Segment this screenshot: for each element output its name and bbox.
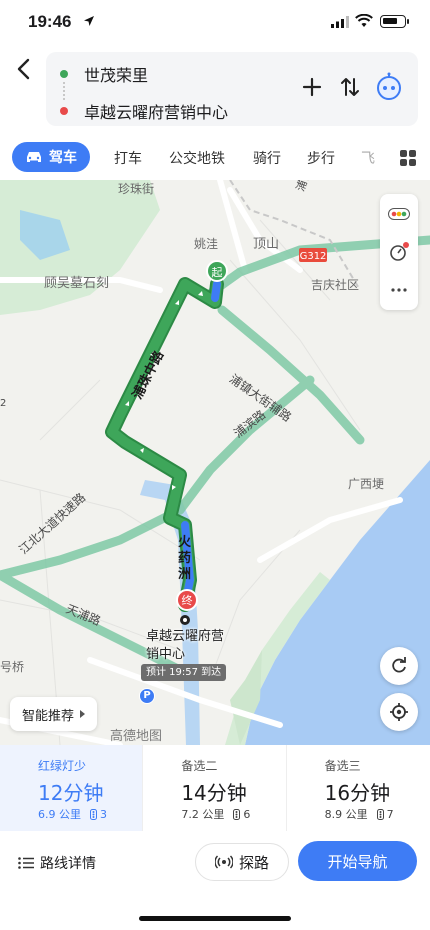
route-option-duration: 16分钟 [324,781,391,805]
car-icon [27,152,41,162]
locate-button[interactable] [380,693,418,731]
locate-icon [390,703,408,721]
traffic-light-icon [233,808,241,820]
speedometer-icon [390,242,409,261]
route-option-tag: 备选二 [181,759,218,773]
more-map-options[interactable] [380,272,418,308]
end-pin[interactable]: 终 [176,589,198,611]
cellular-signal-icon [331,16,349,28]
destination-field[interactable]: 卓越云曜府营销中心 [60,99,228,123]
destination-label: 卓越云曜府营销中心 [84,103,229,122]
map-logo: 高德地图 [110,729,163,744]
assistant-robot-icon[interactable] [374,72,404,102]
destination-dot-icon [60,107,68,115]
place-label: 号桥 [0,660,25,674]
route-option-meta: 8.9 公里 7 [325,806,394,822]
route-option-1[interactable]: 红绿灯少 12分钟 6.9 公里 3 [0,745,144,831]
speed-toggle[interactable] [380,234,418,270]
traffic-light-icon [376,808,384,820]
eta-badge: 预计 19:57 到达 [141,664,227,681]
tab-bike[interactable]: 骑行 [253,148,281,168]
tab-walk[interactable]: 步行 [307,148,335,168]
route-connector [63,82,65,100]
route-details-label: 路线详情 [40,856,96,872]
place-label: 顶山 [253,237,280,252]
route-option-lights: 3 [100,807,107,821]
traffic-toggle[interactable] [380,196,418,232]
route-options: 红绿灯少 12分钟 6.9 公里 3 备选二 14分钟 7.2 公里 6 备选三 [0,745,430,831]
location-arrow-icon [84,16,94,26]
route-details-button[interactable]: 路线详情 [18,853,96,873]
refresh-icon [392,657,406,673]
route-option-lights: 6 [243,807,251,821]
route-option-3[interactable]: 备选三 16分钟 8.9 公里 7 [287,745,430,831]
smart-recommend-button[interactable]: 智能推荐 [10,697,98,731]
origin-dot-icon [60,70,68,78]
route-option-meta: 7.2 公里 6 [181,806,250,822]
wifi-icon [355,14,373,27]
start-navigation-button[interactable]: 开始导航 [298,841,417,881]
route-option-tag: 红绿灯少 [38,759,87,773]
back-icon[interactable] [14,56,34,82]
road-label: 2 [0,398,7,409]
traffic-light-icon [90,808,97,820]
origin-field[interactable]: 世茂荣里 [60,62,148,86]
map-view[interactable]: G312 浦珠中路 珍珠街 顾吴墓石刻 姚洼 顶山 吉庆社区 广西埂 号桥 浦镇… [0,180,430,745]
map-layer-panel [380,194,418,310]
place-label: 顾吴墓石刻 [44,276,110,291]
route-option-duration: 14分钟 [181,781,247,805]
tab-drive-label: 驾车 [49,150,77,166]
g312-shield-text: G312 [300,251,327,262]
place-label: 吉庆社区 [311,278,360,292]
more-dots-icon [391,288,407,292]
broadcast-icon [214,855,233,869]
tab-taxi[interactable]: 打车 [114,148,142,168]
list-icon [18,857,34,869]
route-option-2[interactable]: 备选二 14分钟 7.2 公里 6 [143,745,287,831]
parking-icon[interactable]: P [139,688,155,704]
start-pin[interactable]: 起 [206,260,228,282]
refresh-route-button[interactable] [380,647,418,685]
route-option-distance: 8.9 公里 [324,808,368,821]
explore-label: 探路 [238,853,269,872]
route-option-meta: 6.9 公里 3 [38,806,107,822]
tab-transit[interactable]: 公交地铁 [169,148,225,168]
place-label: 广西埂 [348,477,385,491]
status-bar: 19:46 [0,0,430,46]
home-indicator [139,916,291,921]
route-planning-screen: 19:46 世茂荣里 卓越云曜府营销中心 驾车 打车 公交地铁 骑行 步行 飞 … [0,0,430,930]
swap-icon[interactable] [337,74,363,100]
status-time: 19:46 [28,12,72,31]
tab-flight[interactable]: 飞 [361,148,375,168]
route-option-tag: 备选三 [324,759,361,773]
route-options-sheet: 红绿灯少 12分钟 6.9 公里 3 备选二 14分钟 7.2 公里 6 备选三 [0,745,430,930]
action-bar: 路线详情 探路 开始导航 [0,841,430,887]
origin-label: 世茂荣里 [84,66,149,85]
route-header: 世茂荣里 卓越云曜府营销中心 [0,46,430,136]
smart-recommend-label: 智能推荐 [22,708,75,724]
route-option-lights: 7 [386,807,394,821]
road-label: 火药洲 [178,535,192,582]
route-option-distance: 7.2 公里 [181,808,225,821]
route-option-duration: 12分钟 [38,781,104,805]
place-label: 姚洼 [194,237,219,251]
battery-icon [380,15,409,28]
traffic-light-icon [388,208,410,220]
place-label: 珍珠街 [118,182,155,196]
route-option-distance: 6.9 公里 [38,808,81,821]
add-waypoint-icon[interactable] [299,74,325,100]
tab-drive[interactable]: 驾车 [12,142,90,172]
more-modes-icon[interactable] [400,150,416,166]
explore-route-button[interactable]: 探路 [195,843,289,881]
destination-map-label: 卓越云曜府营销中心 [146,629,225,662]
travel-mode-tabs: 驾车 打车 公交地铁 骑行 步行 飞 [0,136,430,180]
route-input-box: 世茂荣里 卓越云曜府营销中心 [46,52,418,126]
chevron-right-icon [80,710,86,718]
